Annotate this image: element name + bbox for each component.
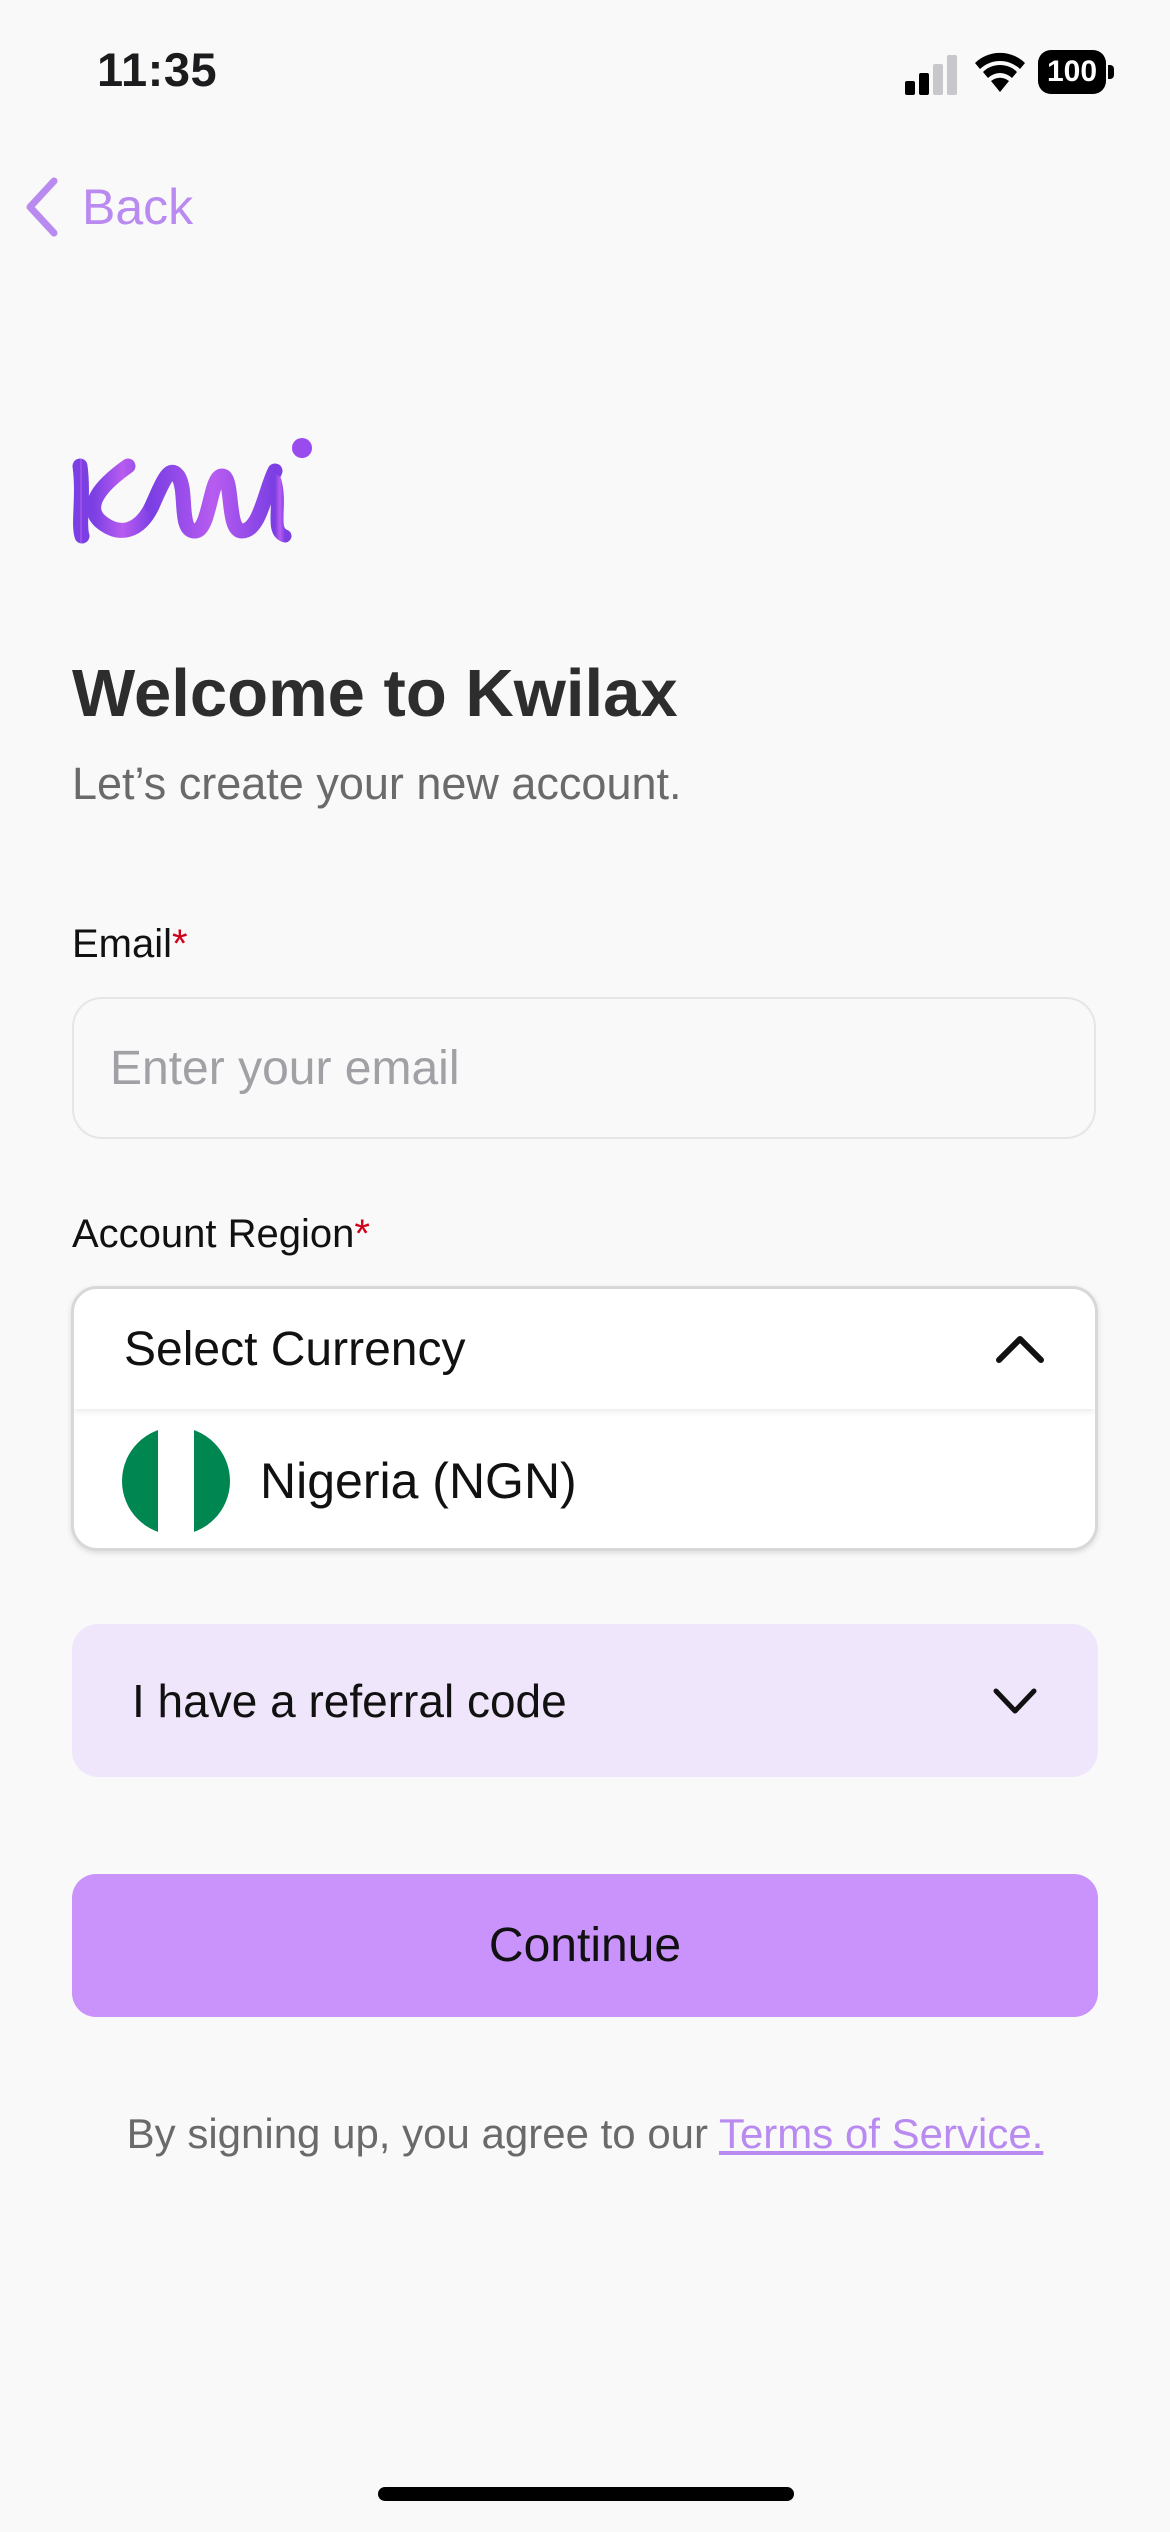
nigeria-flag-icon xyxy=(122,1427,230,1535)
home-indicator[interactable] xyxy=(378,2487,794,2501)
wifi-icon xyxy=(975,52,1025,92)
email-label-text: Email xyxy=(72,922,173,966)
required-mark: * xyxy=(354,1212,370,1256)
page-subtitle: Let’s create your new account. xyxy=(72,758,682,809)
back-button[interactable]: Back xyxy=(24,172,193,242)
chevron-down-icon xyxy=(993,1688,1037,1713)
terms-of-service-link[interactable]: Terms of Service. xyxy=(719,2110,1043,2157)
chevron-up-icon xyxy=(996,1336,1044,1363)
signal-icon xyxy=(905,55,957,95)
region-label: Account Region* xyxy=(72,1212,370,1257)
battery-icon: 100 xyxy=(1038,50,1114,94)
referral-code-toggle[interactable]: I have a referral code xyxy=(72,1624,1098,1777)
battery-level: 100 xyxy=(1038,50,1106,94)
chevron-left-icon xyxy=(26,177,58,237)
back-label: Back xyxy=(82,179,194,235)
currency-select[interactable]: Select Currency xyxy=(74,1289,1095,1409)
currency-option-label: Nigeria (NGN) xyxy=(260,1453,577,1509)
region-label-text: Account Region xyxy=(72,1212,355,1256)
page-title: Welcome to Kwilax xyxy=(72,656,678,731)
terms-text: By signing up, you agree to our xyxy=(126,2110,719,2157)
email-label: Email* xyxy=(72,922,188,967)
status-time: 11:35 xyxy=(97,43,218,96)
currency-dropdown: Select Currency Nigeria (NGN) xyxy=(71,1286,1098,1551)
required-mark: * xyxy=(172,922,188,966)
terms-notice: By signing up, you agree to our Terms of… xyxy=(0,2110,1170,2158)
continue-button[interactable]: Continue xyxy=(72,1874,1098,2017)
kwilax-logo xyxy=(72,438,312,544)
currency-option-ngn[interactable]: Nigeria (NGN) xyxy=(74,1411,1095,1548)
currency-select-label: Select Currency xyxy=(124,1322,466,1376)
email-field[interactable] xyxy=(72,997,1096,1139)
referral-label: I have a referral code xyxy=(132,1674,567,1727)
